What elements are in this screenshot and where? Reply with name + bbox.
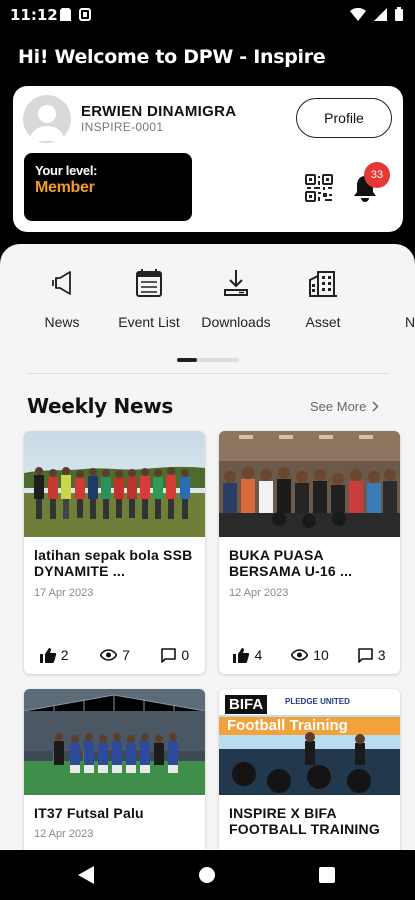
menu-item-asset[interactable]: Asset	[278, 266, 368, 336]
eye-icon	[291, 649, 309, 661]
comment-icon	[161, 647, 177, 663]
recents-icon[interactable]	[319, 867, 335, 883]
download-icon	[219, 266, 253, 300]
news-date: 12 Apr 2023	[229, 587, 289, 599]
comments-stat[interactable]: 3	[357, 647, 386, 663]
news-card[interactable]: IT37 Futsal Palu 12 Apr 2023	[24, 689, 205, 850]
person-icon	[29, 105, 65, 141]
views-stat: 7	[100, 647, 130, 663]
status-bar: 11:12	[0, 0, 415, 30]
likes-count: 2	[60, 647, 69, 663]
level-box: Your level: Member	[24, 153, 192, 221]
views-stat: 10	[291, 647, 329, 663]
likes-stat[interactable]: 4	[233, 647, 262, 663]
news-card[interactable]: BUKA PUASA BERSAMA U-16 ... 12 Apr 2023 …	[219, 431, 400, 674]
comments-count: 0	[181, 647, 190, 663]
qr-code-icon[interactable]	[303, 172, 335, 204]
storage-icon	[60, 8, 71, 21]
calendar-icon	[132, 266, 166, 300]
navigation-bar	[0, 850, 415, 900]
likes-stat[interactable]: 2	[39, 647, 69, 663]
likes-count: 4	[254, 647, 263, 663]
menu-item-news[interactable]: News	[17, 266, 107, 336]
section-title: Weekly News	[27, 394, 174, 418]
menu-item-downloads[interactable]: Downloads	[191, 266, 281, 336]
menu-label: Event List	[118, 314, 180, 330]
menu-label: N	[404, 314, 415, 330]
news-title: latihan sepak bola SSB DYNAMITE ...	[34, 547, 193, 579]
banner-subtitle: PLEDGE UNITED	[285, 697, 350, 706]
comments-count: 3	[377, 647, 386, 663]
welcome-heading: Hi! Welcome to DPW - Inspire	[18, 46, 326, 68]
news-stats: 2 7 0	[24, 647, 205, 663]
banner-text: Football Training	[227, 717, 348, 734]
thumbs-up-icon	[39, 647, 56, 663]
profile-button[interactable]: Profile	[296, 98, 392, 138]
news-image	[24, 689, 205, 795]
news-date: 17 Apr 2023	[34, 587, 94, 599]
user-name: ERWIEN DINAMIGRA	[81, 103, 237, 120]
level-value: Member	[35, 179, 95, 196]
menu-item-partial[interactable]: N	[365, 266, 415, 336]
notification-badge: 33	[364, 162, 390, 188]
news-card[interactable]: latihan sepak bola SSB DYNAMITE ... 17 A…	[24, 431, 205, 674]
news-image	[219, 431, 400, 537]
eye-icon	[100, 649, 118, 661]
home-icon[interactable]	[198, 866, 216, 884]
news-stats: 4 10 3	[219, 647, 400, 663]
level-label: Your level:	[35, 163, 98, 178]
menu-scroll-indicator	[177, 358, 239, 362]
profile-card: ERWIEN DINAMIGRA INSPIRE-0001 Profile Yo…	[13, 86, 403, 232]
menu-row[interactable]: News Event List Downloads Asset N	[0, 266, 415, 336]
back-icon[interactable]	[78, 866, 94, 884]
menu-label: News	[44, 314, 80, 330]
news-image	[24, 431, 205, 537]
news-title: BUKA PUASA BERSAMA U-16 ...	[229, 547, 353, 579]
views-count: 7	[122, 647, 130, 663]
comments-stat[interactable]: 0	[161, 647, 189, 663]
scroll-thumb	[177, 358, 197, 362]
views-count: 10	[313, 647, 329, 663]
avatar[interactable]	[23, 95, 71, 143]
chevron-right-icon	[372, 401, 379, 412]
divider	[27, 373, 389, 374]
status-system-icons	[350, 7, 403, 21]
news-date: 12 Apr 2023	[34, 828, 94, 840]
status-notification-icons	[60, 8, 91, 21]
main-content: News Event List Downloads Asset N Weekly…	[0, 244, 415, 850]
news-card[interactable]: BIFA PLEDGE UNITED Football Training INS…	[219, 689, 400, 850]
sync-icon	[79, 8, 91, 21]
comment-icon	[357, 647, 373, 663]
menu-label: Asset	[305, 314, 341, 330]
building-icon	[306, 266, 340, 300]
signal-icon	[374, 7, 387, 21]
status-time: 11:12	[10, 6, 58, 24]
menu-item-event-list[interactable]: Event List	[104, 266, 194, 336]
banner-brand: BIFA	[225, 695, 268, 714]
menu-label: Downloads	[201, 314, 271, 330]
wifi-icon	[350, 7, 366, 21]
user-id: INSPIRE-0001	[81, 120, 164, 134]
battery-icon	[395, 7, 403, 21]
news-title: IT37 Futsal Palu	[34, 805, 144, 821]
thumbs-up-icon	[233, 647, 250, 663]
megaphone-icon	[45, 266, 79, 300]
see-more-link[interactable]: See More	[310, 399, 379, 414]
news-title: INSPIRE X BIFA FOOTBALL TRAINING	[229, 805, 380, 837]
see-more-label: See More	[310, 399, 367, 414]
